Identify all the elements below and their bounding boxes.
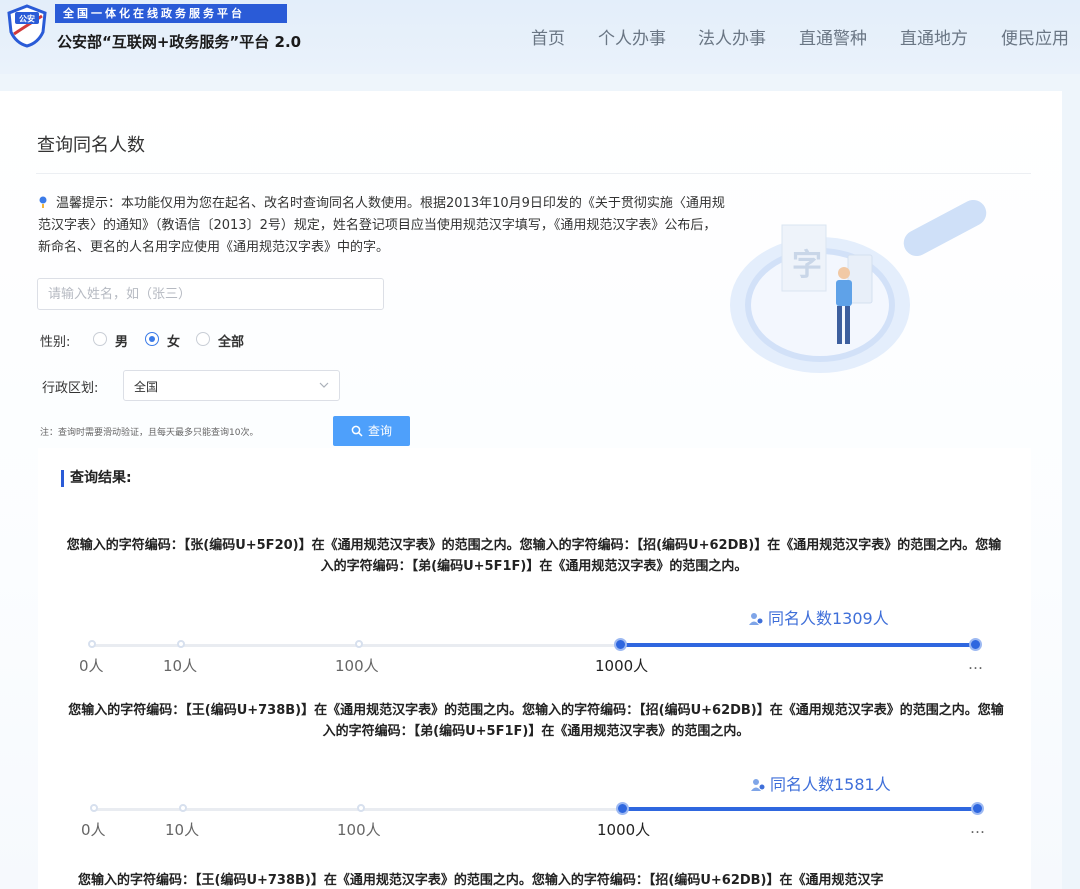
nav-local-services[interactable]: 直通地方	[900, 24, 968, 49]
same-name-count: 同名人数1581人	[750, 771, 891, 795]
nav-personal-affairs[interactable]: 个人办事	[598, 24, 666, 49]
site-header: 公安 全国一体化在线政务服务平台 公安部“互联网+政务服务”平台 2.0 首页 …	[0, 0, 1080, 74]
users-icon	[749, 613, 763, 625]
query-note: 注：查询时需要滑动验证，且每天最多只能查询10次。	[40, 428, 259, 438]
gender-option-female[interactable]: 女	[167, 331, 180, 350]
nav-convenience-apps[interactable]: 便民应用	[1001, 24, 1069, 49]
scale-tick	[90, 804, 98, 812]
scale-node-end	[969, 638, 982, 651]
platform-tagline: 全国一体化在线政务服务平台	[55, 4, 287, 23]
scale-fill	[621, 643, 976, 647]
query-button[interactable]: 查询	[333, 416, 410, 446]
scale-label: 10人	[165, 821, 200, 839]
scale-fill	[623, 807, 978, 811]
search-icon	[351, 425, 363, 437]
results-title: 查询结果:	[61, 470, 132, 487]
scale-label: 100人	[337, 821, 381, 839]
scale-tick	[88, 640, 96, 648]
nav-home[interactable]: 首页	[531, 24, 565, 49]
scale-label: 0人	[79, 657, 104, 675]
users-icon	[751, 779, 765, 791]
scale-tick	[355, 640, 363, 648]
scale-node-1000	[616, 802, 629, 815]
result-text: 您输入的字符编码：【张(编码U+5F20)】在《通用规范汉字表》的范围之内。您输…	[66, 538, 1002, 574]
gender-option-male[interactable]: 男	[115, 331, 128, 350]
scale-label: 100人	[335, 657, 379, 675]
gender-radio-male[interactable]	[93, 332, 107, 346]
scale-node-1000	[614, 638, 627, 651]
region-select-value: 全国	[134, 380, 159, 394]
scale-label: 10人	[163, 657, 198, 675]
gender-label: 性别:	[40, 335, 71, 350]
scale-label: …	[968, 655, 983, 673]
same-name-count-label: 同名人数1581人	[770, 775, 891, 794]
chevron-down-icon	[319, 382, 329, 388]
scale-label: 1000人	[597, 821, 651, 839]
result-text: 您输入的字符编码：【王(编码U+738B)】在《通用规范汉字表》的范围之内。您输…	[68, 703, 1004, 739]
query-button-label: 查询	[367, 424, 392, 438]
nav-legal-entity-affairs[interactable]: 法人办事	[698, 24, 766, 49]
same-name-count-label: 同名人数1309人	[768, 609, 889, 628]
tip-text: 温馨提示：本功能仅用为您在起名、改名时查询同名人数使用。根据2013年10月9日…	[38, 196, 725, 255]
page-title: 查询同名人数	[37, 135, 145, 156]
region-label: 行政区划:	[42, 381, 99, 396]
gender-radio-female[interactable]	[145, 332, 159, 346]
svg-text:公安: 公安	[19, 14, 35, 24]
same-name-count: 同名人数1309人	[748, 605, 889, 629]
main-nav: 首页 个人办事 法人办事 直通警种 直通地方 便民应用	[0, 24, 1080, 49]
magnifier-illustration: 字	[730, 199, 987, 373]
title-divider	[36, 173, 1031, 174]
region-select[interactable]: 全国	[123, 370, 340, 401]
result-text: 您输入的字符编码：【王(编码U+738B)】在《通用规范汉字表》的范围之内。您输…	[78, 873, 884, 888]
scale-label: …	[970, 819, 985, 837]
scale-tick	[179, 804, 187, 812]
scale-tick	[177, 640, 185, 648]
nav-police-types[interactable]: 直通警种	[799, 24, 867, 49]
scale-node-end	[971, 802, 984, 815]
scale-label: 1000人	[595, 657, 649, 675]
gender-radio-all[interactable]	[196, 332, 210, 346]
scale-label: 0人	[81, 821, 106, 839]
gender-option-all[interactable]: 全部	[218, 331, 244, 350]
name-input[interactable]	[37, 278, 384, 310]
svg-text:字: 字	[792, 248, 822, 283]
scale-tick	[357, 804, 365, 812]
